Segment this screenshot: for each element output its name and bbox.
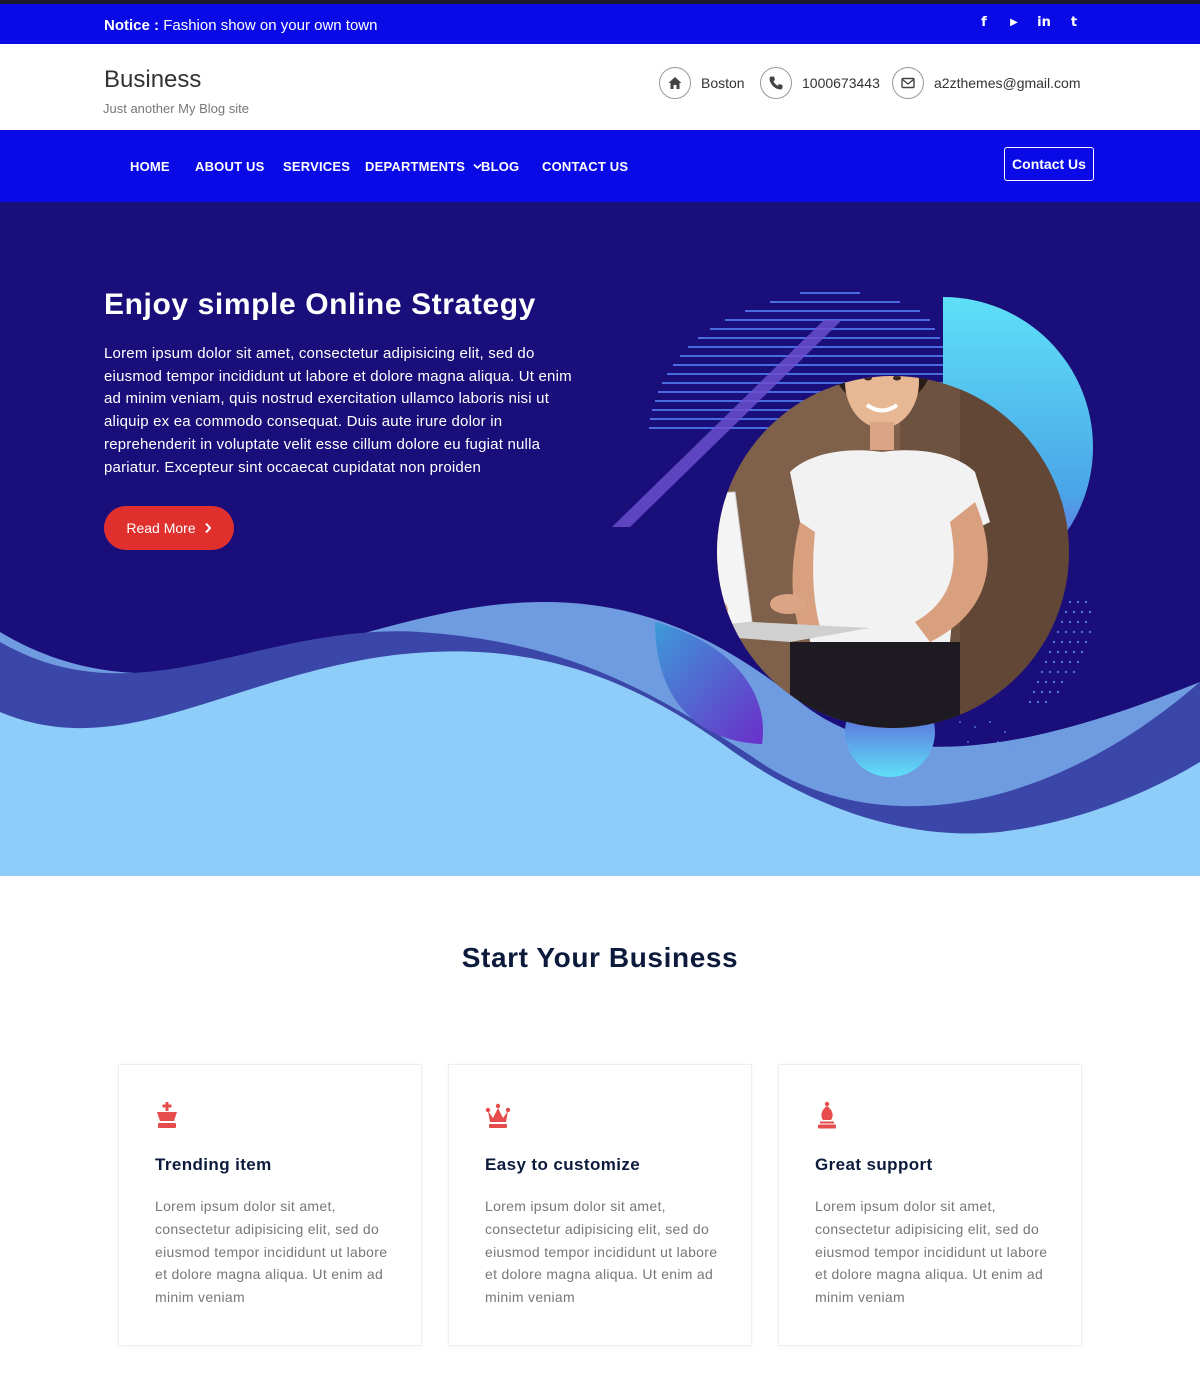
feature-card-title: Great support: [815, 1155, 933, 1174]
contact-location-text: Boston: [701, 75, 745, 91]
read-more-button[interactable]: Read More: [104, 506, 234, 550]
notice-label: Notice :: [104, 17, 160, 34]
notice-text: Notice : Fashion show on your own town: [104, 17, 377, 34]
hero-description: Lorem ipsum dolor sit amet, consectetur …: [104, 345, 572, 476]
feature-card-title: Trending item: [155, 1155, 272, 1174]
facebook-icon[interactable]: f: [976, 15, 992, 31]
nav-item-departments[interactable]: DEPARTMENTS: [365, 159, 482, 174]
nav-item-blog[interactable]: BLOG: [481, 159, 519, 174]
feature-card-text: Lorem ipsum dolor sit amet, consectetur …: [155, 1198, 388, 1306]
contact-phone: 1000673443: [760, 67, 880, 99]
feature-card: Great support Lorem ipsum dolor sit amet…: [778, 1064, 1082, 1346]
site-title[interactable]: Business: [104, 66, 201, 94]
hero-banner: Enjoy simple Online Strategy Lorem ipsum…: [0, 202, 1200, 876]
feature-card-text: Lorem ipsum dolor sit amet, consectetur …: [485, 1198, 718, 1306]
contact-location: Boston: [659, 67, 745, 99]
notice-message: Fashion show on your own town: [163, 17, 378, 34]
feature-card-title: Easy to customize: [485, 1155, 641, 1174]
contact-phone-text: 1000673443: [802, 75, 880, 91]
feature-card: Easy to customize Lorem ipsum dolor sit …: [448, 1064, 752, 1346]
envelope-icon: [892, 67, 924, 99]
contact-email: a2zthemes@gmail.com: [892, 67, 1081, 99]
twitter-icon[interactable]: t: [1066, 15, 1082, 31]
nav-item-about-us[interactable]: ABOUT US: [195, 159, 265, 174]
linkedin-icon[interactable]: in: [1036, 15, 1052, 31]
contact-email-text: a2zthemes@gmail.com: [934, 75, 1081, 91]
chevron-right-icon: [204, 522, 211, 534]
notice-bar: Notice : Fashion show on your own town f…: [0, 0, 1200, 44]
crown-icon: [485, 1103, 511, 1128]
nav-item-departments-label: DEPARTMENTS: [365, 159, 466, 174]
feature-card: Trending item Lorem ipsum dolor sit amet…: [118, 1064, 422, 1346]
social-links: f ▶ in t: [976, 15, 1082, 31]
read-more-label: Read More: [126, 520, 196, 536]
home-icon: [659, 67, 691, 99]
youtube-icon[interactable]: ▶: [1006, 15, 1022, 31]
feature-card-text: Lorem ipsum dolor sit amet, consectetur …: [815, 1198, 1048, 1306]
site-header: Business Just another My Blog site Bosto…: [0, 44, 1200, 130]
phone-icon: [760, 67, 792, 99]
nav-item-services[interactable]: SERVICES: [283, 159, 350, 174]
nav-item-contact-us[interactable]: CONTACT US: [542, 159, 628, 174]
section-title: Start Your Business: [461, 942, 739, 973]
nav-item-home[interactable]: HOME: [130, 159, 170, 174]
hero-title: Enjoy simple Online Strategy: [104, 288, 536, 321]
main-nav: HOME ABOUT US SERVICES DEPARTMENTS BLOG …: [0, 130, 1200, 202]
chess-bishop-icon: [818, 1101, 836, 1129]
contact-us-button[interactable]: Contact Us: [1004, 147, 1094, 181]
site-tagline: Just another My Blog site: [103, 101, 249, 116]
chess-king-icon: [157, 1102, 177, 1128]
